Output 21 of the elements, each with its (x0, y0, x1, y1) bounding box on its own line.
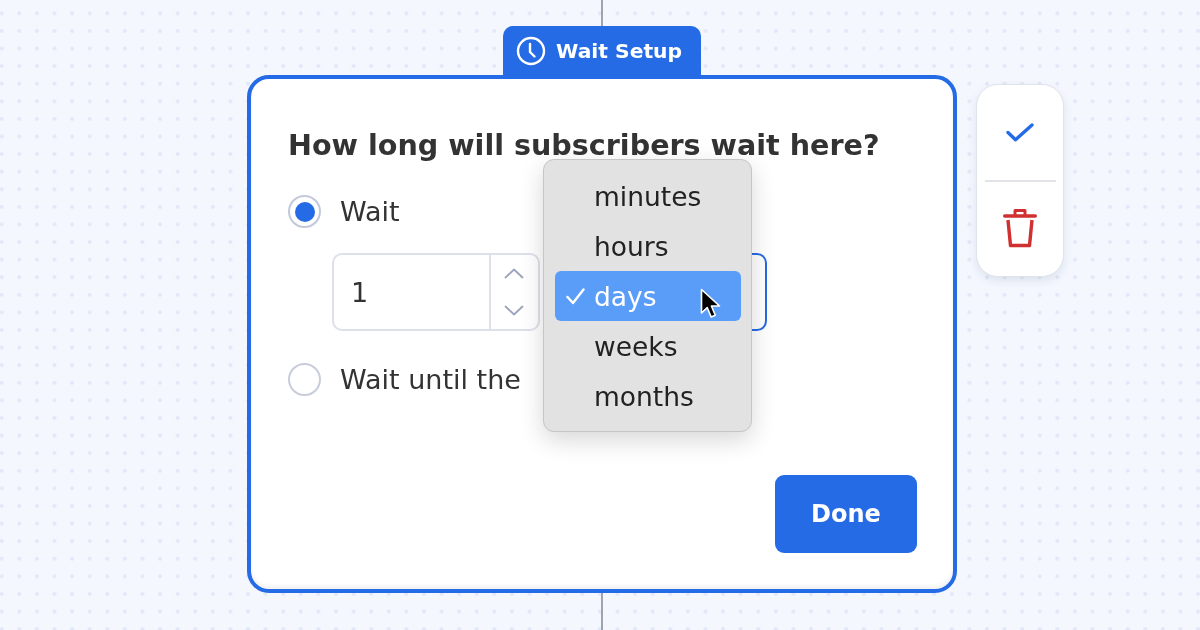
chevron-up-icon (504, 268, 525, 279)
menu-item[interactable]: weeks (555, 321, 741, 371)
menu-item[interactable]: hours (555, 221, 741, 271)
check-icon (566, 287, 585, 305)
clock-icon (516, 36, 546, 66)
option-label: Wait until the (340, 363, 521, 396)
done-button[interactable]: Done (775, 475, 917, 553)
menu-item[interactable]: months (555, 371, 741, 421)
node-title: Wait Setup (556, 39, 683, 63)
connector-line (601, 0, 603, 27)
checkmark-icon (1006, 122, 1034, 142)
connector-line (601, 593, 603, 630)
menu-item[interactable]: minutes (555, 171, 741, 221)
chevron-down-icon (504, 305, 525, 316)
mouse-pointer-icon (700, 288, 722, 321)
number-field[interactable]: 1 (332, 253, 540, 331)
question-heading: How long will subscribers wait here? (288, 128, 880, 162)
option-label: Wait (340, 195, 400, 228)
radio-button[interactable] (288, 363, 321, 396)
radio-button[interactable] (288, 195, 321, 228)
trash-icon (1003, 209, 1037, 249)
